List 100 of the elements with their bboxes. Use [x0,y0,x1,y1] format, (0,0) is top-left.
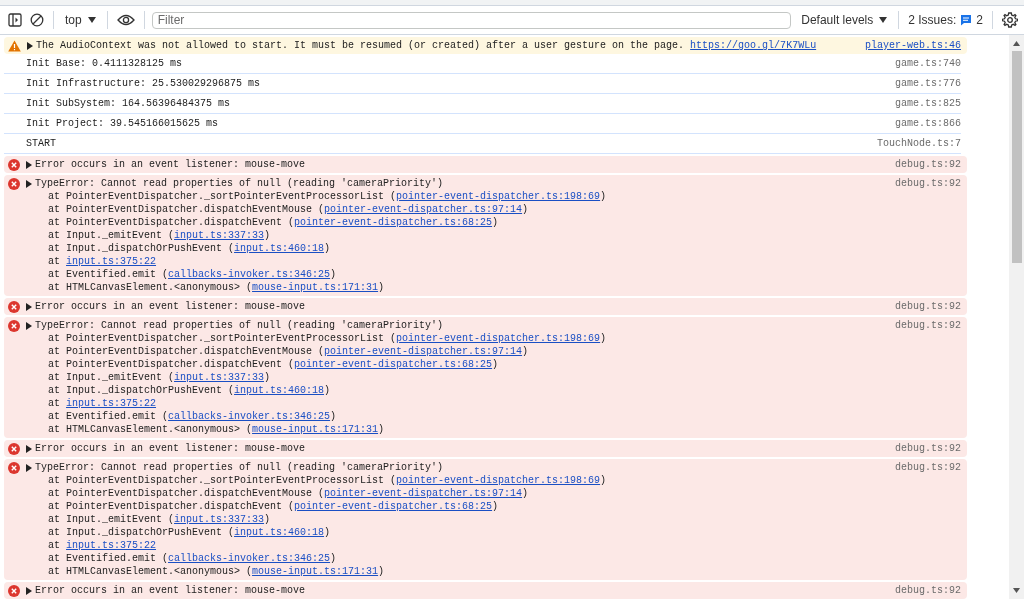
stack-frame: at PointerEventDispatcher._sortPointerEventProcessorList (pointer-event-dispatcher.ts:198:69) [4,474,967,487]
stack-frame: at PointerEventDispatcher._sortPointerEventProcessorList (pointer-event-dispatcher.ts:198:69) [4,190,967,203]
error-icon [8,442,20,455]
message-text: Init SubSystem: 164.56396484375 ms [26,98,231,109]
stack-frame: at Eventified.emit (callbacks-invoker.ts:346:25) [4,268,967,281]
stack-frame-link[interactable]: callbacks-invoker.ts:346:25 [168,553,331,564]
stack-frame-link[interactable]: callbacks-invoker.ts:346:25 [168,269,331,280]
error-icon [8,300,20,313]
stack-frame: at HTMLCanvasElement.<anonymous> (mouse-input.ts:171:31) [4,565,967,578]
stack-frame-link[interactable]: mouse-input.ts:171:31 [252,566,379,577]
stack-frame: at Input._dispatchOrPushEvent (input.ts:460:18) [4,242,967,255]
scroll-down-arrow-icon[interactable] [1013,588,1020,593]
message-icon [960,14,973,26]
message-text: Init Base: 0.4111328125 ms [26,58,183,69]
context-dropdown[interactable]: top [61,11,100,29]
stack-frame-link[interactable]: pointer-event-dispatcher.ts:198:69 [396,191,601,202]
stack-frame: at Eventified.emit (callbacks-invoker.ts:346:25) [4,410,967,423]
source-link[interactable]: player-web.ts:46 [865,40,961,51]
stack-frame-link[interactable]: pointer-event-dispatcher.ts:97:14 [324,346,523,357]
source-link[interactable]: debug.ts:92 [895,159,961,170]
stack-frame-link[interactable]: pointer-event-dispatcher.ts:68:25 [294,501,493,512]
stack-frame-link[interactable]: input.ts:460:18 [234,243,325,254]
stack-frame: at PointerEventDispatcher.dispatchEvent (pointer-event-dispatcher.ts:68:25) [4,358,967,371]
scroll-up-arrow-icon[interactable] [1013,41,1020,46]
message-link[interactable]: https://goo.gl/7K7WLu [690,40,817,51]
stack-frame-link[interactable]: mouse-input.ts:171:31 [252,424,379,435]
stack-frame-link[interactable]: pointer-event-dispatcher.ts:198:69 [396,333,601,344]
message-text: TypeError: Cannot read properties of null (reading 'cameraPriority') [35,462,444,473]
expand-arrow-icon[interactable] [26,586,32,595]
error-icon [8,319,20,332]
stack-frame-link[interactable]: input.ts:375:22 [66,256,157,267]
stack-frame: at PointerEventDispatcher._sortPointerEventProcessorList (pointer-event-dispatcher.ts:198:69) [4,332,967,345]
message-text: The AudioContext was not allowed to start. It must be resumed (or created) after a user gesture on the page. [36,40,685,51]
source-link[interactable]: game.ts:866 [895,118,961,129]
stack-frame-link[interactable]: pointer-event-dispatcher.ts:97:14 [324,488,523,499]
stack-frame-link[interactable]: mouse-input.ts:171:31 [252,282,379,293]
stack-frame: at PointerEventDispatcher.dispatchEvent (pointer-event-dispatcher.ts:68:25) [4,216,967,229]
source-link[interactable]: debug.ts:92 [895,320,961,331]
message-text: Error occurs in an event listener: mouse-move [35,443,306,454]
stack-frame-link[interactable]: callbacks-invoker.ts:346:25 [168,411,331,422]
source-link[interactable]: debug.ts:92 [895,301,961,312]
stack-frame: at HTMLCanvasElement.<anonymous> (mouse-input.ts:171:31) [4,281,967,294]
stack-frame-link[interactable]: pointer-event-dispatcher.ts:68:25 [294,217,493,228]
message-text: Error occurs in an event listener: mouse-move [35,159,306,170]
stack-frame-link[interactable]: pointer-event-dispatcher.ts:68:25 [294,359,493,370]
source-link[interactable]: game.ts:776 [895,78,961,89]
expand-arrow-icon[interactable] [26,179,32,188]
stack-frame: at Eventified.emit (callbacks-invoker.ts:346:25) [4,552,967,565]
error-icon [8,158,20,171]
stack-frame: at HTMLCanvasElement.<anonymous> (mouse-input.ts:171:31) [4,423,967,436]
stack-frame: at PointerEventDispatcher.dispatchEventMouse (pointer-event-dispatcher.ts:97:14) [4,203,967,216]
stack-frame-link[interactable]: pointer-event-dispatcher.ts:198:69 [396,475,601,486]
caret-icon [879,17,888,23]
stack-frame-link[interactable]: input.ts:460:18 [234,385,325,396]
settings-button[interactable] [1000,10,1020,30]
expand-arrow-icon[interactable] [27,41,33,50]
source-link[interactable]: debug.ts:92 [895,585,961,596]
filter-field[interactable]: Filter [151,11,792,29]
message-text: Error occurs in an event listener: mouse-move [35,301,306,312]
source-link[interactable]: game.ts:825 [895,98,961,109]
error-icon [8,584,20,597]
issues-button[interactable]: 2 Issues: 2 [906,11,985,29]
stack-frame: at Input._emitEvent (input.ts:337:33) [4,513,967,526]
source-link[interactable]: TouchNode.ts:7 [877,138,961,149]
log-levels-dropdown[interactable]: Default levels [797,11,892,29]
expand-arrow-icon[interactable] [26,160,32,169]
stack-frame: at PointerEventDispatcher.dispatchEventMouse (pointer-event-dispatcher.ts:97:14) [4,345,967,358]
message-text: Init Infrastructure: 25.530029296875 ms [26,78,261,89]
stack-frame-link[interactable]: input.ts:375:22 [66,540,157,551]
scrollbar-thumb[interactable] [1011,51,1022,263]
sidebar-toggle-button[interactable] [6,11,24,29]
stack-frame: at Input._emitEvent (input.ts:337:33) [4,371,967,384]
stack-frame: at input.ts:375:22 [4,539,967,552]
stack-frame: at input.ts:375:22 [4,255,967,268]
error-icon [8,177,20,190]
stack-frame: at Input._emitEvent (input.ts:337:33) [4,229,967,242]
message-text: Error occurs in an event listener: mouse-move [35,585,306,596]
source-link[interactable]: debug.ts:92 [895,178,961,189]
source-link[interactable]: game.ts:740 [895,58,961,69]
stack-frame: at PointerEventDispatcher.dispatchEventMouse (pointer-event-dispatcher.ts:97:14) [4,487,967,500]
stack-frame-link[interactable]: input.ts:337:33 [174,514,265,525]
source-link[interactable]: debug.ts:92 [895,462,961,473]
expand-arrow-icon[interactable] [26,444,32,453]
stack-frame: at Input._dispatchOrPushEvent (input.ts:460:18) [4,526,967,539]
expand-arrow-icon[interactable] [26,321,32,330]
caret-icon [87,17,96,23]
message-text: TypeError: Cannot read properties of null (reading 'cameraPriority') [35,178,444,189]
message-text: START [26,138,56,149]
clear-console-button[interactable] [28,11,46,29]
source-link[interactable]: debug.ts:92 [895,443,961,454]
stack-frame-link[interactable]: pointer-event-dispatcher.ts:97:14 [324,204,523,215]
message-text: Init Project: 39.545166015625 ms [26,118,219,129]
stack-frame-link[interactable]: input.ts:460:18 [234,527,325,538]
stack-frame-link[interactable]: input.ts:337:33 [174,372,265,383]
message-text: TypeError: Cannot read properties of null (reading 'cameraPriority') [35,320,444,331]
stack-frame-link[interactable]: input.ts:375:22 [66,398,157,409]
scrollbar[interactable] [1009,35,1024,599]
stack-frame-link[interactable]: input.ts:337:33 [174,230,265,241]
expand-arrow-icon[interactable] [26,463,32,472]
expand-arrow-icon[interactable] [26,302,32,311]
